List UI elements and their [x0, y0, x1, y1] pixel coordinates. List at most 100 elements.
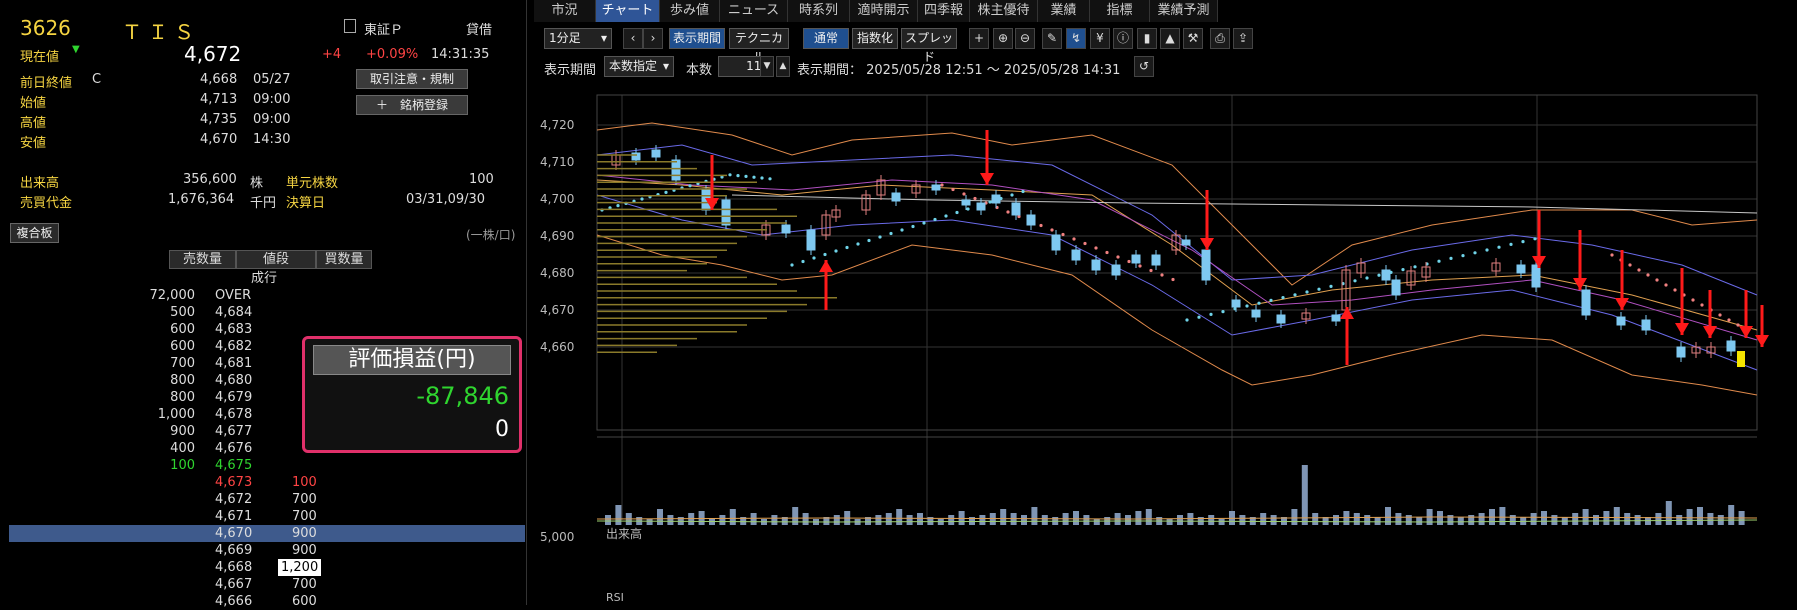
buy-qty[interactable]: 900: [292, 542, 317, 559]
candle-body: [931, 184, 941, 191]
price[interactable]: OVER: [215, 287, 251, 304]
normal-button[interactable]: 通常: [803, 28, 849, 49]
sell-qty[interactable]: 800: [170, 389, 195, 406]
buy-qty[interactable]: 700: [292, 508, 317, 525]
board-row[interactable]: 4,671 700: [9, 508, 525, 525]
buy-qty[interactable]: 100: [292, 474, 317, 491]
tab-3[interactable]: ニュース: [720, 0, 788, 22]
sar-dot: [1461, 254, 1465, 258]
sell-qty[interactable]: 800: [170, 372, 195, 389]
board-row[interactable]: 500 4,684: [9, 304, 525, 321]
price[interactable]: 4,672: [215, 491, 252, 508]
sell-qty[interactable]: 72,000: [150, 287, 196, 304]
tab-6[interactable]: 四季報: [918, 0, 970, 22]
sell-qty[interactable]: 100: [170, 457, 195, 474]
price[interactable]: 4,677: [215, 423, 252, 440]
price[interactable]: 4,673: [215, 474, 252, 491]
sell-qty[interactable]: 600: [170, 338, 195, 355]
price[interactable]: 4,669: [215, 542, 252, 559]
price-tick: 4,660: [540, 340, 574, 354]
sar-dot: [889, 231, 893, 236]
fukugou-board-button[interactable]: 複合板: [10, 223, 59, 243]
buy-qty[interactable]: 700: [292, 576, 317, 593]
price[interactable]: 4,676: [215, 440, 252, 457]
tab-0[interactable]: 市況: [534, 0, 596, 22]
board-row[interactable]: 100 4,675: [9, 457, 525, 474]
price[interactable]: 4,678: [215, 406, 252, 423]
tab-4[interactable]: 時系列: [788, 0, 850, 22]
next-arrow-icon[interactable]: ›: [643, 28, 663, 49]
period-select[interactable]: 1分足 ▾: [544, 28, 612, 49]
zoom-out-icon[interactable]: ⊖: [1015, 28, 1035, 49]
board-row[interactable]: 4,670 900: [9, 525, 525, 542]
buy-qty[interactable]: 1,200: [278, 559, 322, 576]
price[interactable]: 4,675: [215, 457, 252, 474]
wrench-icon[interactable]: ⚒: [1183, 28, 1203, 49]
price[interactable]: 4,666: [215, 593, 252, 610]
index-button[interactable]: 指数化: [852, 28, 898, 49]
order-note-button[interactable]: 取引注意・規制: [356, 69, 468, 89]
print-icon[interactable]: ⎙: [1210, 28, 1230, 49]
price[interactable]: 4,679: [215, 389, 252, 406]
period-button[interactable]: 表示期間: [669, 28, 725, 49]
technical-button[interactable]: テクニカル: [729, 28, 789, 64]
buy-qty[interactable]: 600: [292, 593, 317, 610]
tab-7[interactable]: 株主優待: [970, 0, 1038, 22]
memo-icon[interactable]: [344, 19, 356, 33]
board-row[interactable]: 4,672 700: [9, 491, 525, 508]
tab-10[interactable]: 業績予測: [1150, 0, 1218, 22]
high-label: 高値: [20, 116, 47, 131]
price[interactable]: 4,670: [215, 525, 252, 542]
tab-8[interactable]: 業績: [1038, 0, 1090, 22]
range-select[interactable]: 本数指定 ▾: [604, 56, 674, 77]
count-up-icon[interactable]: ▲: [776, 56, 790, 77]
prev-arrow-icon[interactable]: ‹: [623, 28, 643, 49]
sell-qty[interactable]: 900: [170, 423, 195, 440]
tab-2[interactable]: 歩み値: [660, 0, 720, 22]
tab-9[interactable]: 指標: [1090, 0, 1150, 22]
price[interactable]: 4,668: [215, 559, 252, 576]
register-stock-button[interactable]: ＋ 銘柄登録: [356, 95, 468, 115]
yen-icon[interactable]: ¥: [1090, 28, 1110, 49]
tab-1[interactable]: チャート: [596, 0, 660, 22]
board-row[interactable]: 4,673 100: [9, 474, 525, 491]
spread-button[interactable]: スプレッド: [901, 28, 957, 64]
zoom-in-icon[interactable]: ⊕: [993, 28, 1013, 49]
trend-icon[interactable]: ↯: [1066, 28, 1086, 49]
candle-body: [631, 152, 641, 161]
info-icon[interactable]: ⓘ: [1113, 28, 1133, 49]
board-row[interactable]: 4,667 700: [9, 576, 525, 593]
down-arrow-head: [1615, 298, 1629, 310]
buy-qty[interactable]: 700: [292, 491, 317, 508]
pencil-icon[interactable]: ✎: [1042, 28, 1062, 49]
price[interactable]: 4,680: [215, 372, 252, 389]
board-row[interactable]: 4,669 900: [9, 542, 525, 559]
price[interactable]: 4,684: [215, 304, 252, 321]
sell-qty[interactable]: 1,000: [158, 406, 195, 423]
buy-qty[interactable]: 900: [292, 525, 317, 542]
candle-icon[interactable]: ▮: [1137, 28, 1157, 49]
tab-5[interactable]: 適時開示: [850, 0, 918, 22]
area-chart-icon[interactable]: ▲: [1160, 28, 1180, 49]
candle-body: [1276, 314, 1286, 324]
sell-qty[interactable]: 700: [170, 355, 195, 372]
sell-qty[interactable]: 400: [170, 440, 195, 457]
refresh-icon[interactable]: ↺: [1134, 56, 1154, 77]
count-down-icon[interactable]: ▼: [760, 56, 774, 77]
settlement-value: 03/31,09/30: [406, 192, 486, 207]
sell-qty[interactable]: 500: [170, 304, 195, 321]
board-row[interactable]: 4,666 600: [9, 593, 525, 610]
board-row[interactable]: 72,000 OVER: [9, 287, 525, 304]
crosshair-icon[interactable]: +: [969, 28, 989, 49]
price[interactable]: 4,681: [215, 355, 252, 372]
count-label: 本数: [686, 63, 713, 78]
market-order-row[interactable]: 成行: [9, 270, 525, 287]
export-icon[interactable]: ⇪: [1233, 28, 1253, 49]
price[interactable]: 4,683: [215, 321, 252, 338]
price-chart[interactable]: 4,720 4,710 4,700 4,690 4,680 4,670 4,660 5,000…: [532, 85, 1797, 605]
board-row[interactable]: 4,668 1,200: [9, 559, 525, 576]
sell-qty[interactable]: 600: [170, 321, 195, 338]
price[interactable]: 4,671: [215, 508, 252, 525]
price[interactable]: 4,682: [215, 338, 252, 355]
price[interactable]: 4,667: [215, 576, 252, 593]
